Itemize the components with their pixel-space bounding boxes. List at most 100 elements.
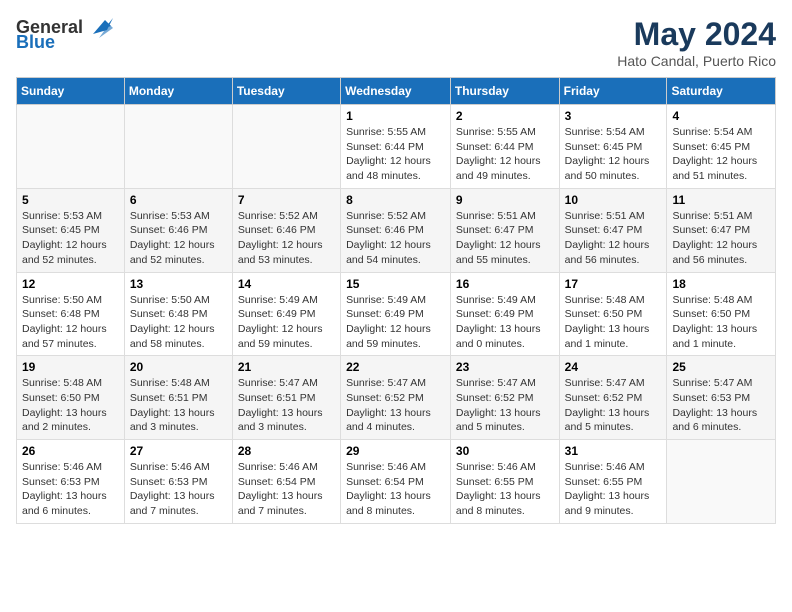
day-info: Sunrise: 5:47 AM Sunset: 6:52 PM Dayligh… — [565, 376, 662, 435]
calendar-cell: 17Sunrise: 5:48 AM Sunset: 6:50 PM Dayli… — [559, 272, 667, 356]
calendar-cell — [124, 105, 232, 189]
day-info: Sunrise: 5:49 AM Sunset: 6:49 PM Dayligh… — [238, 293, 335, 352]
calendar-cell: 16 Sunrise: 5:49 AM Sunset: 6:49 PM Dayli… — [450, 272, 559, 356]
day-info: Sunrise: 5:49 AM Sunset: 6:49 PM Dayligh… — [346, 293, 445, 352]
day-number: 2 — [456, 109, 554, 123]
calendar-cell: 28Sunrise: 5:46 AM Sunset: 6:54 PM Dayli… — [232, 440, 340, 524]
calendar-week-row: 19 Sunrise: 5:48 AM Sunset: 6:50 PM Dayli… — [17, 356, 776, 440]
day-number: 19 — [22, 360, 119, 374]
day-info: Sunrise: 5:47 AM Sunset: 6:53 PM Dayligh… — [672, 376, 770, 435]
weekday-header: Thursday — [450, 78, 559, 105]
calendar-cell: 1Sunrise: 5:55 AM Sunset: 6:44 PM Daylig… — [341, 105, 451, 189]
day-info: Sunrise: 5:51 AM Sunset: 6:47 PM Dayligh… — [672, 209, 770, 268]
day-number: 4 — [672, 109, 770, 123]
calendar-cell: 14 Sunrise: 5:49 AM Sunset: 6:49 PM Dayli… — [232, 272, 340, 356]
weekday-header: Saturday — [667, 78, 776, 105]
calendar-week-row: 1 Sunrise: 5:55 AM Sunset: 6:44 PM Daylig… — [17, 105, 776, 189]
day-info: Sunrise: 5:46 AM Sunset: 6:54 PM Dayligh… — [238, 460, 335, 519]
logo: General Blue — [16, 16, 113, 53]
day-number: 30 — [456, 444, 554, 458]
day-number: 5 — [22, 193, 119, 207]
day-info: Sunrise: 5:48 AM Sunset: 6:51 PM Dayligh… — [130, 376, 227, 435]
weekday-header: Sunday — [17, 78, 125, 105]
calendar-cell — [232, 105, 340, 189]
day-number: 9 — [456, 193, 554, 207]
day-number: 7 — [238, 193, 335, 207]
day-info: Sunrise: 5:46 AM Sunset: 6:53 PM Dayligh… — [22, 460, 119, 519]
calendar-cell: 7 Sunrise: 5:52 AM Sunset: 6:46 PM Daylig… — [232, 188, 340, 272]
day-info: Sunrise: 5:47 AM Sunset: 6:52 PM Dayligh… — [346, 376, 445, 435]
day-number: 17 — [565, 277, 662, 291]
calendar-cell — [667, 440, 776, 524]
day-info: Sunrise: 5:50 AM Sunset: 6:48 PM Dayligh… — [22, 293, 119, 352]
calendar-cell: 4 Sunrise: 5:54 AM Sunset: 6:45 PM Daylig… — [667, 105, 776, 189]
calendar-cell: 29Sunrise: 5:46 AM Sunset: 6:54 PM Dayli… — [341, 440, 451, 524]
calendar-cell: 10 Sunrise: 5:51 AM Sunset: 6:47 PM Dayli… — [559, 188, 667, 272]
day-info: Sunrise: 5:55 AM Sunset: 6:44 PM Dayligh… — [456, 125, 554, 184]
calendar-cell: 20Sunrise: 5:48 AM Sunset: 6:51 PM Dayli… — [124, 356, 232, 440]
location-title: Hato Candal, Puerto Rico — [617, 53, 776, 69]
day-number: 6 — [130, 193, 227, 207]
day-number: 12 — [22, 277, 119, 291]
logo-blue: Blue — [16, 32, 55, 53]
calendar-cell: 13 Sunrise: 5:50 AM Sunset: 6:48 PM Dayli… — [124, 272, 232, 356]
day-number: 10 — [565, 193, 662, 207]
day-number: 13 — [130, 277, 227, 291]
day-number: 23 — [456, 360, 554, 374]
day-info: Sunrise: 5:47 AM Sunset: 6:51 PM Dayligh… — [238, 376, 335, 435]
calendar-cell: 31Sunrise: 5:46 AM Sunset: 6:55 PM Dayli… — [559, 440, 667, 524]
calendar-cell: 25 Sunrise: 5:47 AM Sunset: 6:53 PM Dayli… — [667, 356, 776, 440]
day-info: Sunrise: 5:50 AM Sunset: 6:48 PM Dayligh… — [130, 293, 227, 352]
calendar-cell: 5 Sunrise: 5:53 AM Sunset: 6:45 PM Daylig… — [17, 188, 125, 272]
day-info: Sunrise: 5:53 AM Sunset: 6:46 PM Dayligh… — [130, 209, 227, 268]
calendar-cell: 8Sunrise: 5:52 AM Sunset: 6:46 PM Daylig… — [341, 188, 451, 272]
day-number: 22 — [346, 360, 445, 374]
day-number: 25 — [672, 360, 770, 374]
day-number: 27 — [130, 444, 227, 458]
day-info: Sunrise: 5:53 AM Sunset: 6:45 PM Dayligh… — [22, 209, 119, 268]
weekday-header-row: SundayMondayTuesdayWednesdayThursdayFrid… — [17, 78, 776, 105]
day-number: 1 — [346, 109, 445, 123]
weekday-header: Friday — [559, 78, 667, 105]
calendar-cell: 9 Sunrise: 5:51 AM Sunset: 6:47 PM Daylig… — [450, 188, 559, 272]
day-info: Sunrise: 5:49 AM Sunset: 6:49 PM Dayligh… — [456, 293, 554, 352]
day-info: Sunrise: 5:47 AM Sunset: 6:52 PM Dayligh… — [456, 376, 554, 435]
day-info: Sunrise: 5:46 AM Sunset: 6:55 PM Dayligh… — [456, 460, 554, 519]
calendar-cell: 3 Sunrise: 5:54 AM Sunset: 6:45 PM Daylig… — [559, 105, 667, 189]
weekday-header: Monday — [124, 78, 232, 105]
calendar-week-row: 26 Sunrise: 5:46 AM Sunset: 6:53 PM Dayli… — [17, 440, 776, 524]
day-info: Sunrise: 5:48 AM Sunset: 6:50 PM Dayligh… — [672, 293, 770, 352]
day-number: 18 — [672, 277, 770, 291]
calendar-cell: 6 Sunrise: 5:53 AM Sunset: 6:46 PM Daylig… — [124, 188, 232, 272]
calendar-table: SundayMondayTuesdayWednesdayThursdayFrid… — [16, 77, 776, 524]
calendar-cell — [17, 105, 125, 189]
title-area: May 2024 Hato Candal, Puerto Rico — [617, 16, 776, 69]
calendar-cell: 21 Sunrise: 5:47 AM Sunset: 6:51 PM Dayli… — [232, 356, 340, 440]
page-header: General Blue May 2024 Hato Candal, Puert… — [16, 16, 776, 69]
day-number: 16 — [456, 277, 554, 291]
day-info: Sunrise: 5:51 AM Sunset: 6:47 PM Dayligh… — [565, 209, 662, 268]
calendar-week-row: 12 Sunrise: 5:50 AM Sunset: 6:48 PM Dayli… — [17, 272, 776, 356]
day-number: 26 — [22, 444, 119, 458]
day-info: Sunrise: 5:54 AM Sunset: 6:45 PM Dayligh… — [565, 125, 662, 184]
day-info: Sunrise: 5:52 AM Sunset: 6:46 PM Dayligh… — [346, 209, 445, 268]
calendar-cell: 26 Sunrise: 5:46 AM Sunset: 6:53 PM Dayli… — [17, 440, 125, 524]
day-info: Sunrise: 5:51 AM Sunset: 6:47 PM Dayligh… — [456, 209, 554, 268]
day-info: Sunrise: 5:48 AM Sunset: 6:50 PM Dayligh… — [22, 376, 119, 435]
calendar-cell: 11Sunrise: 5:51 AM Sunset: 6:47 PM Dayli… — [667, 188, 776, 272]
calendar-cell: 24 Sunrise: 5:47 AM Sunset: 6:52 PM Dayli… — [559, 356, 667, 440]
calendar-cell: 18 Sunrise: 5:48 AM Sunset: 6:50 PM Dayli… — [667, 272, 776, 356]
calendar-cell: 23 Sunrise: 5:47 AM Sunset: 6:52 PM Dayli… — [450, 356, 559, 440]
day-info: Sunrise: 5:54 AM Sunset: 6:45 PM Dayligh… — [672, 125, 770, 184]
day-info: Sunrise: 5:46 AM Sunset: 6:55 PM Dayligh… — [565, 460, 662, 519]
calendar-cell: 15Sunrise: 5:49 AM Sunset: 6:49 PM Dayli… — [341, 272, 451, 356]
day-number: 3 — [565, 109, 662, 123]
weekday-header: Wednesday — [341, 78, 451, 105]
calendar-cell: 12 Sunrise: 5:50 AM Sunset: 6:48 PM Dayli… — [17, 272, 125, 356]
day-number: 21 — [238, 360, 335, 374]
logo-bird-icon — [85, 16, 113, 38]
day-number: 24 — [565, 360, 662, 374]
calendar-cell: 30 Sunrise: 5:46 AM Sunset: 6:55 PM Dayli… — [450, 440, 559, 524]
day-number: 14 — [238, 277, 335, 291]
day-info: Sunrise: 5:52 AM Sunset: 6:46 PM Dayligh… — [238, 209, 335, 268]
